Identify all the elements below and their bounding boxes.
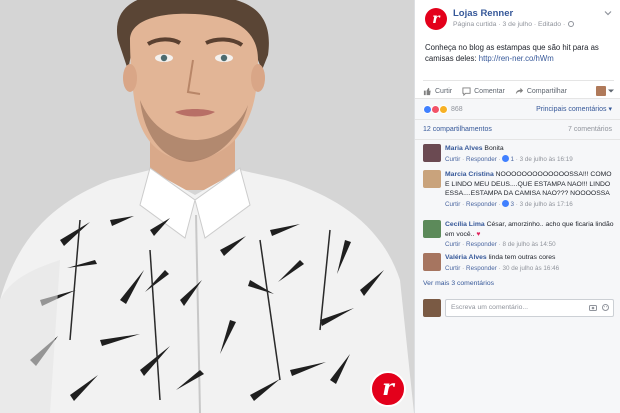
comment-reply-link[interactable]: Responder	[466, 156, 497, 163]
shares-bar: 12 compartilhamentos 7 comentários	[415, 120, 620, 140]
comment-button[interactable]: Comentar	[462, 86, 505, 96]
post-meta-text: Página curtida · 3 de julho · Editado ·	[453, 21, 566, 28]
wow-reaction-icon[interactable]	[439, 104, 448, 114]
comment-like-link[interactable]: Curtir	[445, 265, 460, 272]
comment-like-link[interactable]: Curtir	[445, 241, 460, 248]
comment-icon	[462, 86, 471, 96]
post-photo[interactable]: r	[0, 0, 414, 413]
like-bubble-icon	[502, 199, 510, 207]
post-link[interactable]: http://ren-ner.co/hWm	[479, 54, 554, 63]
comment-time[interactable]: 8 de julho às 14:50	[502, 241, 555, 248]
comment-time[interactable]: 30 de julho às 16:46	[502, 265, 559, 272]
like-label: Curtir	[435, 87, 453, 95]
post-text: Conheça no blog as estampas que são hit …	[425, 42, 615, 64]
comment-time[interactable]: 3 de julho às 16:19	[520, 156, 573, 163]
camera-icon[interactable]	[589, 304, 597, 313]
comment-like-count[interactable]: 3	[510, 201, 514, 208]
comment-like-count[interactable]: 1	[510, 156, 514, 163]
comment-composer: Escreva um comentário...	[423, 298, 614, 318]
share-button[interactable]: Compartilhar	[515, 87, 567, 96]
comment-like-link[interactable]: Curtir	[445, 156, 460, 163]
like-bubble-icon	[502, 154, 510, 162]
avatar[interactable]	[423, 220, 441, 238]
post-header: r Lojas Renner Página curtida · 3 de jul…	[425, 8, 614, 36]
comment-like-link[interactable]: Curtir	[445, 201, 460, 208]
chevron-down-icon[interactable]	[604, 9, 612, 17]
brand-logo-letter: r	[382, 375, 394, 401]
comment-item: Marcia Cristina NOOOOOOOOOOOOOSSA!!! COM…	[423, 170, 616, 218]
comment-text: Bonita	[484, 145, 504, 152]
avatar[interactable]	[423, 144, 441, 162]
comment-time[interactable]: 3 de julho às 17:16	[520, 201, 573, 208]
reactions-bar: 868 Principais comentários ▾	[415, 98, 620, 120]
share-icon	[515, 87, 523, 94]
like-button[interactable]: Curtir	[423, 87, 452, 96]
comment-label: Comentar	[474, 87, 505, 95]
share-label: Compartilhar	[526, 87, 567, 95]
comment-author[interactable]: Cecília Lima	[445, 221, 485, 228]
comment-author[interactable]: Marcia Cristina	[445, 171, 494, 178]
comments-list: Maria Alves Bonita Curtir · Responder · …	[415, 140, 620, 413]
comment-author[interactable]: Maria Alves	[445, 145, 483, 152]
comment-reply-link[interactable]: Responder	[466, 201, 497, 208]
avatar[interactable]	[423, 170, 441, 188]
avatar	[423, 299, 441, 317]
facebook-post-viewer: r r Lojas Renner Página curtida · 3 de j…	[0, 0, 620, 413]
comment-item: Valéria Alves linda tem outras cores Cur…	[423, 253, 616, 277]
brand-logo-badge: r	[370, 371, 406, 407]
page-avatar[interactable]: r	[425, 8, 447, 30]
post-panel: r Lojas Renner Página curtida · 3 de jul…	[414, 0, 620, 413]
avatar[interactable]	[423, 253, 441, 271]
comment-actions: Curtir · Responder · 3 · 3 de julho às 1…	[445, 199, 573, 208]
comment-sort-dropdown[interactable]: Principais comentários ▾	[536, 105, 612, 113]
comment-text: linda tem outras cores	[488, 254, 556, 261]
shares-count-link[interactable]: 12 compartilhamentos	[423, 126, 492, 133]
post-meta: Página curtida · 3 de julho · Editado ·	[453, 21, 575, 28]
comment-author[interactable]: Valéria Alves	[445, 254, 487, 261]
comment-item: Cecília Lima César, amorzinho.. acho que…	[423, 220, 616, 250]
comment-input[interactable]: Escreva um comentário...	[445, 299, 614, 317]
heart-emoji-icon: ♥	[474, 230, 481, 238]
comment-actions: Curtir · Responder · 8 de julho às 14:50	[445, 241, 556, 248]
comment-reply-link[interactable]: Responder	[466, 265, 497, 272]
composer-icons	[584, 304, 609, 313]
post-as-selector[interactable]	[596, 86, 614, 96]
comments-count[interactable]: 7 comentários	[568, 126, 612, 133]
comment-input-placeholder: Escreva um comentário...	[451, 304, 529, 311]
comment-actions: Curtir · Responder · 1 · 3 de julho às 1…	[445, 154, 573, 163]
page-avatar-letter: r	[432, 10, 440, 27]
thumbs-up-icon	[423, 87, 431, 95]
globe-icon	[568, 21, 575, 27]
caret-down-icon	[608, 89, 614, 93]
view-more-comments-link[interactable]: Ver mais 3 comentários	[423, 280, 494, 287]
post-actions-bar: Curtir Comentar Compartilhar	[423, 80, 614, 98]
page-name-link[interactable]: Lojas Renner	[453, 8, 513, 19]
comment-reply-link[interactable]: Responder	[466, 241, 497, 248]
avatar	[596, 86, 606, 96]
reaction-count[interactable]: 868	[451, 106, 463, 113]
comment-item: Maria Alves Bonita Curtir · Responder · …	[423, 144, 616, 170]
model-photo-illustration	[0, 0, 414, 413]
comment-actions: Curtir · Responder · 30 de julho às 16:4…	[445, 264, 560, 272]
emoji-icon[interactable]	[602, 304, 609, 313]
